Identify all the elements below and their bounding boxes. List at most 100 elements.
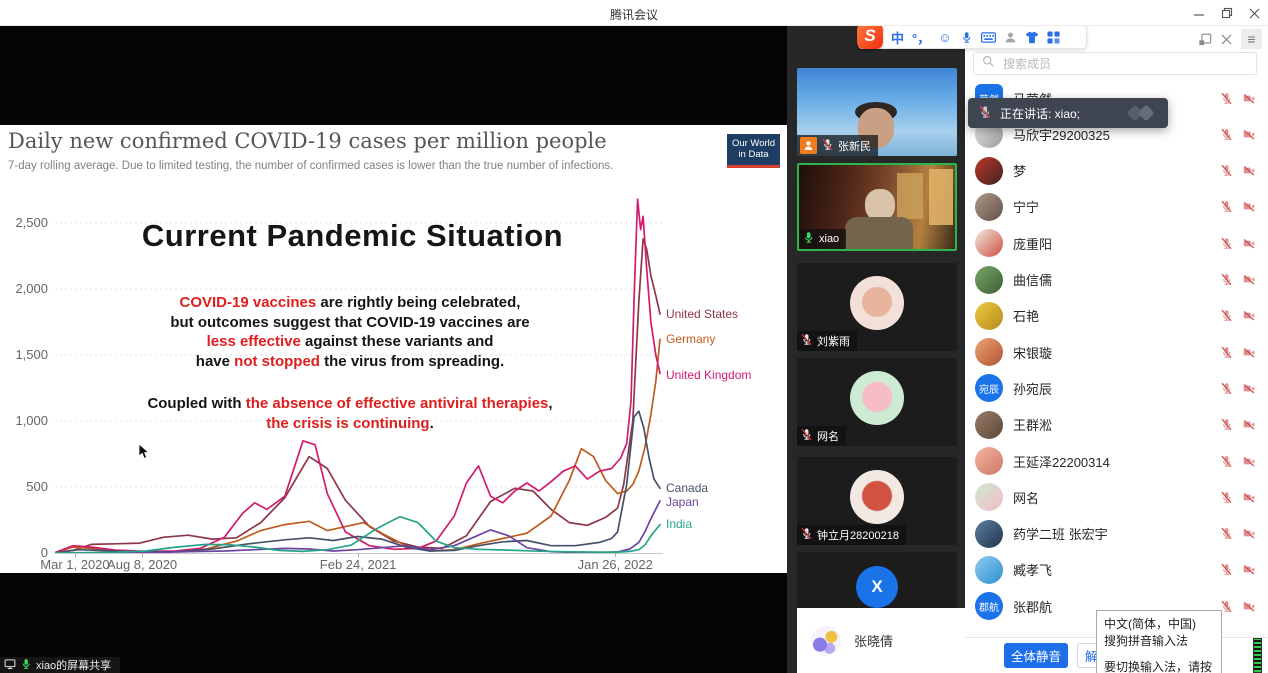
- mic-muted-icon: [821, 138, 834, 154]
- avatar: [975, 520, 1003, 548]
- close-button[interactable]: [1249, 8, 1260, 19]
- toolbox-icon[interactable]: [1047, 31, 1060, 44]
- mic-muted-icon[interactable]: [1220, 418, 1233, 431]
- camera-off-icon[interactable]: [1242, 346, 1256, 359]
- series-label: Japan: [666, 495, 699, 509]
- screen-share-area: Daily new confirmed COVID-19 cases per m…: [0, 26, 787, 673]
- camera-off-icon[interactable]: [1242, 563, 1256, 576]
- camera-off-icon[interactable]: [1242, 237, 1256, 250]
- close-panel-icon[interactable]: [1221, 34, 1232, 45]
- mic-muted-icon[interactable]: [1220, 382, 1233, 395]
- member-row[interactable]: 庞重阳: [965, 225, 1268, 261]
- camera-off-icon[interactable]: [1242, 418, 1256, 431]
- member-row[interactable]: 网名: [965, 479, 1268, 515]
- member-name: 宋银璇: [1013, 343, 1210, 362]
- member-row[interactable]: 宁宁: [965, 189, 1268, 225]
- mic-muted-icon[interactable]: [1220, 200, 1233, 213]
- mic-muted-icon: [800, 428, 813, 444]
- mic-muted-icon[interactable]: [1220, 563, 1233, 576]
- search-input[interactable]: [1001, 56, 1248, 72]
- video-tile[interactable]: 刘紫雨: [797, 263, 957, 351]
- camera-off-icon[interactable]: [1242, 273, 1256, 286]
- member-av-controls: [1220, 237, 1256, 250]
- avatar: [975, 447, 1003, 475]
- camera-off-icon[interactable]: [1242, 309, 1256, 322]
- member-av-controls: [1220, 273, 1256, 286]
- camera-off-icon[interactable]: [1242, 128, 1256, 141]
- y-tick-label: 500: [0, 479, 48, 494]
- member-av-controls: [1220, 200, 1256, 213]
- overlay-text: against these variants and: [301, 333, 494, 350]
- series-label: United States: [666, 307, 738, 321]
- member-row[interactable]: 宋银璇: [965, 334, 1268, 370]
- mic-muted-icon: [800, 333, 813, 349]
- y-tick-label: 2,500: [0, 215, 48, 230]
- screen-icon: [4, 658, 16, 673]
- member-row[interactable]: 药学二班 张宏宇: [965, 516, 1268, 552]
- join-toast: 张晓倩: [797, 608, 965, 673]
- x-tick-label: Aug 8, 2020: [107, 557, 177, 572]
- mic-muted-icon[interactable]: [1220, 273, 1233, 286]
- member-name: 宁宁: [1013, 197, 1210, 216]
- x-tick-label: Feb 24, 2021: [320, 557, 397, 572]
- soft-keyboard-icon[interactable]: [981, 31, 996, 44]
- mic-muted-icon[interactable]: [1220, 92, 1233, 105]
- camera-off-icon[interactable]: [1242, 455, 1256, 468]
- video-tile[interactable]: 钟立月28200218: [797, 457, 957, 545]
- member-row[interactable]: 臧孝飞: [965, 552, 1268, 588]
- mic-muted-icon[interactable]: [1220, 346, 1233, 359]
- video-tile[interactable]: xiao: [797, 163, 957, 251]
- member-av-controls: [1220, 164, 1256, 177]
- member-row[interactable]: 王延泽22200314: [965, 443, 1268, 479]
- member-row[interactable]: 石艳: [965, 298, 1268, 334]
- camera-off-icon[interactable]: [1242, 491, 1256, 504]
- mic-on-icon: [802, 231, 815, 247]
- popout-panel-icon[interactable]: [1198, 32, 1212, 46]
- series-label: Canada: [666, 481, 708, 495]
- camera-off-icon[interactable]: [1242, 92, 1256, 105]
- account-icon[interactable]: [1004, 31, 1017, 44]
- camera-off-icon[interactable]: [1242, 527, 1256, 540]
- mic-muted-icon[interactable]: [1220, 527, 1233, 540]
- avatar: [975, 556, 1003, 584]
- skin-icon[interactable]: [1025, 31, 1039, 44]
- overlay-text: the virus from spreading.: [320, 353, 504, 370]
- member-row[interactable]: 宛辰孙宛辰: [965, 370, 1268, 406]
- search-icon: [982, 55, 995, 73]
- member-row[interactable]: 梦: [965, 153, 1268, 189]
- ime-popup-line: 搜狗拼音输入法: [1104, 633, 1214, 650]
- minimize-button[interactable]: [1193, 7, 1205, 19]
- panel-menu-icon[interactable]: ≡: [1241, 29, 1262, 49]
- x-tick-label: Mar 1, 2020: [40, 557, 109, 572]
- member-av-controls: [1220, 92, 1256, 105]
- mic-muted-icon[interactable]: [1220, 164, 1233, 177]
- window-controls: [1193, 0, 1260, 26]
- punctuation-icon[interactable]: °，: [912, 28, 930, 47]
- search-box[interactable]: [973, 52, 1257, 75]
- restore-button[interactable]: [1221, 7, 1233, 19]
- mic-muted-icon: [978, 105, 992, 122]
- member-row[interactable]: 曲信儒: [965, 262, 1268, 298]
- mic-muted-icon[interactable]: [1220, 309, 1233, 322]
- mic-muted-icon[interactable]: [1220, 237, 1233, 250]
- chinese-mode-icon[interactable]: 中: [891, 28, 904, 47]
- sogou-logo[interactable]: S: [857, 23, 883, 49]
- camera-off-icon[interactable]: [1242, 164, 1256, 177]
- owid-badge: Our World in Data: [727, 134, 780, 168]
- mute-all-button[interactable]: 全体静音: [1004, 643, 1068, 668]
- video-tile[interactable]: 网名: [797, 358, 957, 446]
- emoji-icon[interactable]: ☺: [938, 30, 951, 45]
- video-tile[interactable]: 张新民: [797, 68, 957, 156]
- camera-off-icon[interactable]: [1242, 600, 1256, 613]
- mic-muted-icon[interactable]: [1220, 491, 1233, 504]
- avatar: [811, 626, 841, 656]
- voice-input-icon[interactable]: [960, 31, 973, 44]
- mic-muted-icon[interactable]: [1220, 455, 1233, 468]
- camera-off-icon[interactable]: [1242, 200, 1256, 213]
- member-row[interactable]: 王群淞: [965, 407, 1268, 443]
- member-av-controls: [1220, 527, 1256, 540]
- avatar: [975, 229, 1003, 257]
- camera-off-icon[interactable]: [1242, 382, 1256, 395]
- panel-header-icons: ≡: [1198, 29, 1262, 49]
- mic-muted-icon[interactable]: [1220, 128, 1233, 141]
